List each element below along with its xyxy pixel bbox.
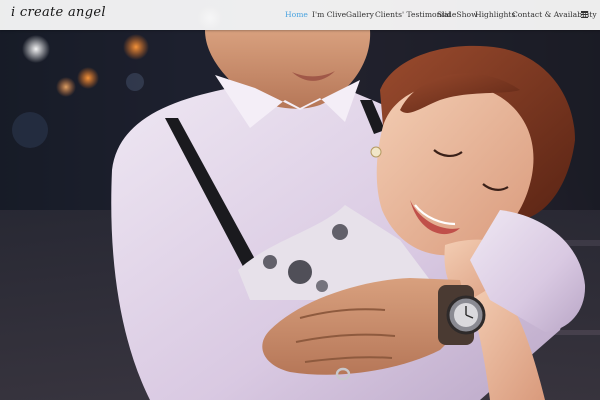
nav-highlights[interactable]: Highlights xyxy=(475,10,515,19)
nav-im-clive[interactable]: I'm Clive xyxy=(312,10,346,19)
bokeh-light xyxy=(123,34,149,60)
bokeh-light xyxy=(12,112,48,148)
hamburger-menu-icon[interactable] xyxy=(581,11,588,19)
nav-slideshow[interactable]: SlideShow xyxy=(437,10,478,19)
bokeh-light xyxy=(22,35,50,63)
nav-home[interactable]: Home xyxy=(285,10,308,19)
site-header: i create angel Home I'm Clive Gallery Cl… xyxy=(0,0,600,30)
main-nav: Home I'm Clive Gallery Clients' Testimon… xyxy=(0,0,600,30)
hero-photo xyxy=(0,0,600,400)
bokeh-light xyxy=(77,67,99,89)
hero-illustration xyxy=(0,6,600,400)
pearl-earring xyxy=(370,146,382,158)
nav-gallery[interactable]: Gallery xyxy=(346,10,374,19)
bokeh-light xyxy=(56,77,76,97)
bokeh-light xyxy=(126,73,144,91)
